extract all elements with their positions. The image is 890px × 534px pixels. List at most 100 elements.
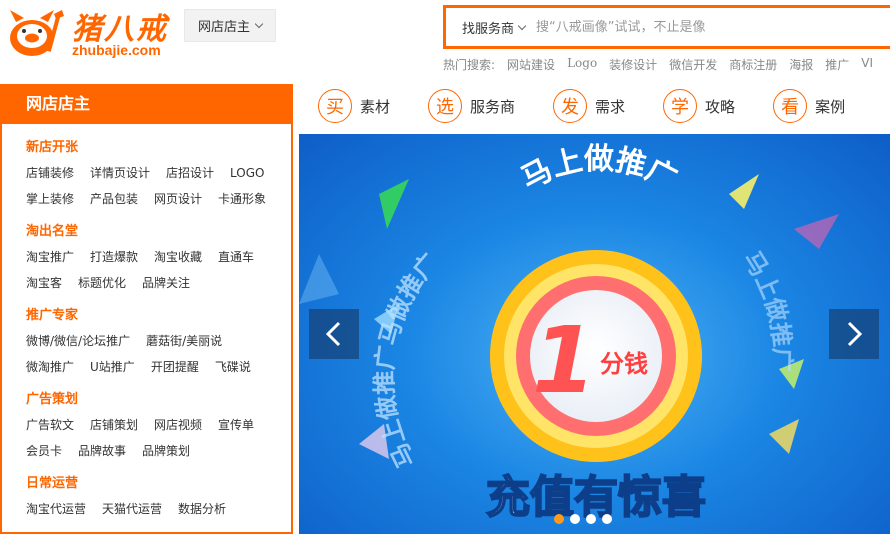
category-link[interactable]: 店招设计: [166, 160, 214, 186]
shard: [794, 214, 839, 249]
category-link[interactable]: 品牌关注: [142, 270, 190, 296]
banner-dot[interactable]: [554, 514, 564, 524]
category-link[interactable]: 飞碟说: [215, 354, 251, 380]
nav-item-materials[interactable]: 买 素材: [318, 88, 390, 124]
shard: [729, 174, 759, 209]
category-link[interactable]: 直通车: [218, 244, 254, 270]
hot-search-label: 热门搜索:: [443, 58, 496, 72]
category-link[interactable]: 淘宝代运营: [26, 496, 86, 522]
main-nav: 买 素材 选 服务商 发 需求 学 攻略 看 案例: [318, 88, 890, 124]
category-link[interactable]: 淘宝客: [26, 270, 62, 296]
category-group: 新店开张 店铺装修 详情页设计 店招设计 LOGO 掌上装修 产品包装 网页设计…: [26, 136, 291, 212]
category-link[interactable]: 淘宝收藏: [154, 244, 202, 270]
category-link[interactable]: 蘑菇街/美丽说: [146, 328, 222, 354]
nav-label: 素材: [360, 97, 391, 116]
logo-domain: zhubajie.com: [72, 42, 161, 58]
arc-right-textpath: 马上做推广: [738, 246, 797, 372]
category-link[interactable]: 微博/微信/论坛推广: [26, 328, 130, 354]
search-bar: 找服务商: [443, 5, 890, 49]
category-link[interactable]: 店铺装修: [26, 160, 74, 186]
category-link[interactable]: 微淘推广: [26, 354, 74, 380]
category-link[interactable]: 掌上装修: [26, 186, 74, 212]
hot-search-link[interactable]: 装修设计: [609, 56, 657, 73]
hot-search-link[interactable]: 微信开发: [669, 56, 717, 73]
category-group-title[interactable]: 新店开张: [26, 136, 291, 160]
banner-dot[interactable]: [570, 514, 580, 524]
role-dropdown[interactable]: 网店店主: [184, 9, 276, 42]
hot-search-bar: 热门搜索: 网站建设 Logo 装修设计 微信开发 商标注册 海报 推广 VI: [443, 56, 873, 73]
category-link[interactable]: 标题优化: [78, 270, 126, 296]
category-link[interactable]: 打造爆款: [90, 244, 138, 270]
category-link[interactable]: 店铺策划: [90, 412, 138, 438]
category-group: 日常运营 淘宝代运营 天猫代运营 数据分析: [26, 472, 291, 522]
hot-search-link[interactable]: 推广: [825, 56, 849, 73]
banner-dot[interactable]: [586, 514, 596, 524]
banner-dot[interactable]: [602, 514, 612, 524]
category-row: 广告软文 店铺策划 网店视频 宣传单: [26, 412, 291, 438]
arc-headline-text: 马上做推广: [515, 142, 682, 197]
category-link[interactable]: 开团提醒: [151, 354, 199, 380]
category-row: 店铺装修 详情页设计 店招设计 LOGO: [26, 160, 291, 186]
category-link[interactable]: 产品包装: [90, 186, 138, 212]
nav-item-providers[interactable]: 选 服务商: [428, 88, 515, 124]
category-row: 微博/微信/论坛推广 蘑菇街/美丽说: [26, 328, 291, 354]
category-link[interactable]: 网页设计: [154, 186, 202, 212]
category-link[interactable]: 卡通形象: [218, 186, 266, 212]
category-row: 淘宝客 标题优化 品牌关注: [26, 270, 291, 296]
category-group-title[interactable]: 淘出名堂: [26, 220, 291, 244]
category-row: 淘宝代运营 天猫代运营 数据分析: [26, 496, 291, 522]
nav-item-cases[interactable]: 看 案例: [773, 88, 845, 124]
arc-headline: 马上做推广: [515, 142, 682, 197]
category-group: 淘出名堂 淘宝推广 打造爆款 淘宝收藏 直通车 淘宝客 标题优化 品牌关注: [26, 220, 291, 296]
buy-circle-icon: 买: [318, 89, 352, 123]
category-row: 微淘推广 U站推广 开团提醒 飞碟说: [26, 354, 291, 380]
select-circle-icon: 选: [428, 89, 463, 123]
post-circle-icon: 发: [553, 89, 588, 123]
category-group-title[interactable]: 广告策划: [26, 388, 291, 412]
hot-search-link[interactable]: VI: [861, 56, 873, 73]
category-link[interactable]: 天猫代运营: [102, 496, 162, 522]
search-type-label: 找服务商: [462, 21, 515, 37]
category-group-title[interactable]: 推广专家: [26, 304, 291, 328]
sidebar-title: 网店店主: [0, 84, 293, 124]
category-link[interactable]: 网店视频: [154, 412, 202, 438]
category-link[interactable]: 详情页设计: [90, 160, 150, 186]
category-link[interactable]: 品牌故事: [78, 438, 126, 464]
hot-search-link[interactable]: Logo: [567, 56, 597, 73]
category-sidebar: 网店店主 新店开张 店铺装修 详情页设计 店招设计 LOGO 掌上装修 产品包装…: [0, 84, 293, 534]
category-group: 推广专家 微博/微信/论坛推广 蘑菇街/美丽说 微淘推广 U站推广 开团提醒 飞…: [26, 304, 291, 380]
category-link[interactable]: 淘宝推广: [26, 244, 74, 270]
search-input[interactable]: [530, 8, 890, 46]
category-link[interactable]: 广告软文: [26, 412, 74, 438]
category-group-title[interactable]: 日常运营: [26, 472, 291, 496]
banner-pagination: [554, 514, 612, 524]
sidebar-body: 新店开张 店铺装修 详情页设计 店招设计 LOGO 掌上装修 产品包装 网页设计…: [0, 124, 293, 534]
promo-banner[interactable]: 马上做推广 马上做推广马做推广 马上做推广 1 分钱 充值有惊喜: [299, 134, 890, 534]
nav-item-guides[interactable]: 学 攻略: [663, 88, 735, 124]
category-link[interactable]: 数据分析: [178, 496, 226, 522]
hot-search-link[interactable]: 海报: [789, 56, 813, 73]
category-link[interactable]: U站推广: [90, 354, 135, 380]
category-group: 广告策划 广告软文 店铺策划 网店视频 宣传单 会员卡 品牌故事 品牌策划: [26, 388, 291, 464]
category-row: 会员卡 品牌故事 品牌策划: [26, 438, 291, 464]
pig-mascot-icon: [10, 10, 64, 56]
coin-unit: 分钱: [600, 350, 648, 378]
search-type-dropdown[interactable]: 找服务商: [446, 18, 530, 37]
category-row: 淘宝推广 打造爆款 淘宝收藏 直通车: [26, 244, 291, 270]
shard: [769, 419, 799, 454]
category-link[interactable]: LOGO: [230, 160, 264, 186]
arc-left-textpath: 马上做推广马做推广: [370, 248, 444, 472]
category-link[interactable]: 品牌策划: [142, 438, 190, 464]
role-dropdown-label: 网店店主: [197, 20, 250, 35]
nav-item-requests[interactable]: 发 需求: [553, 88, 625, 124]
site-logo[interactable]: 猪八戒 zhubajie.com: [0, 2, 175, 64]
banner-prev-button[interactable]: [309, 309, 359, 359]
category-link[interactable]: 会员卡: [26, 438, 62, 464]
banner-artwork: 马上做推广 马上做推广马做推广 马上做推广 1 分钱 充值有惊喜: [299, 142, 839, 524]
banner-next-button[interactable]: [829, 309, 879, 359]
hot-search-link[interactable]: 网站建设: [507, 56, 555, 73]
nav-label: 需求: [595, 97, 626, 116]
hot-search-link[interactable]: 商标注册: [729, 56, 777, 73]
category-link[interactable]: 宣传单: [218, 412, 254, 438]
nav-label: 攻略: [705, 97, 736, 116]
